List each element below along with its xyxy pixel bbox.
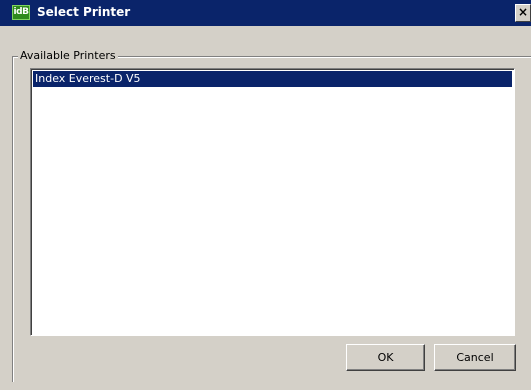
ok-button[interactable]: OK (346, 344, 425, 371)
cancel-button[interactable]: Cancel (434, 344, 516, 371)
window-title: Select Printer (37, 5, 131, 19)
title-bar[interactable]: idB Select Printer (0, 0, 531, 26)
select-printer-dialog: idB Select Printer × Available Printers … (0, 0, 531, 390)
group-label: Available Printers (18, 49, 118, 63)
list-item[interactable]: Index Everest-D V5 (33, 71, 512, 87)
app-icon: idB (12, 5, 30, 20)
close-icon[interactable]: × (515, 4, 531, 22)
printer-list[interactable]: Index Everest-D V5 (30, 68, 515, 336)
